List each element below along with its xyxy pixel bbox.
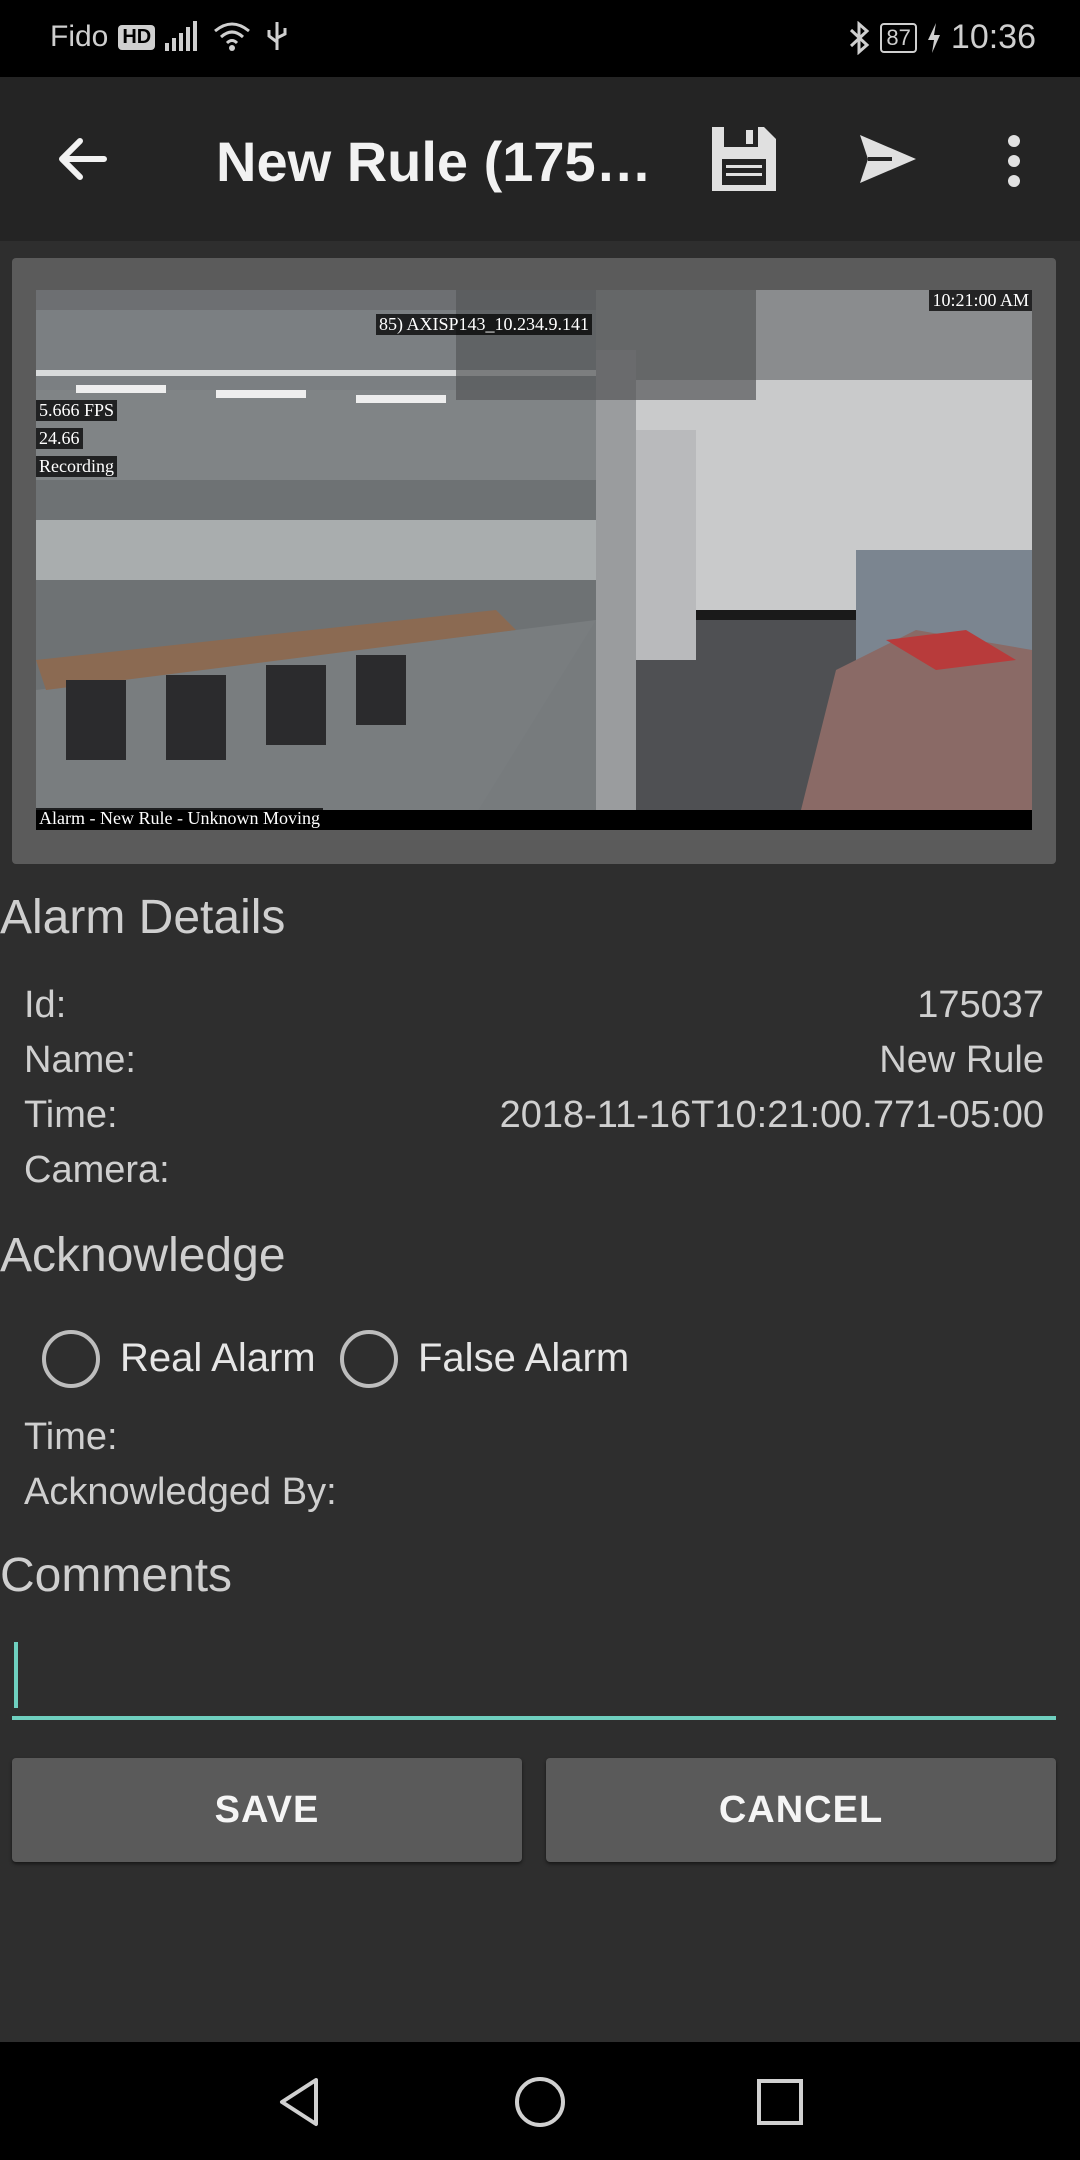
text-cursor bbox=[14, 1642, 18, 1708]
real-alarm-radio[interactable] bbox=[42, 1330, 100, 1388]
false-alarm-radio[interactable] bbox=[340, 1330, 398, 1388]
comments-input[interactable] bbox=[12, 1636, 1056, 1720]
id-label: Id: bbox=[24, 984, 67, 1026]
save-icon[interactable] bbox=[706, 121, 782, 197]
alarm-details-heading: Alarm Details bbox=[0, 891, 286, 944]
more-vert-icon[interactable] bbox=[994, 133, 1034, 189]
hd-badge: HD bbox=[118, 24, 156, 50]
time-value: 2018-11-16T10:21:00.771-05:00 bbox=[499, 1094, 1044, 1136]
status-icons bbox=[165, 20, 289, 52]
ack-by-label: Acknowledged By: bbox=[24, 1471, 337, 1513]
cancel-button[interactable]: CANCEL bbox=[546, 1758, 1056, 1862]
nav-recents-icon[interactable] bbox=[750, 2072, 810, 2132]
false-alarm-label[interactable]: False Alarm bbox=[418, 1336, 629, 1381]
caption-overlay: Alarm - New Rule - Unknown Moving bbox=[36, 808, 323, 829]
battery-level: 87 bbox=[880, 22, 917, 53]
name-value: New Rule bbox=[879, 1039, 1044, 1081]
status-right: 87 10:36 bbox=[848, 18, 1036, 57]
camera-snapshot[interactable]: 85) AXISP143_10.234.9.141 10:21:00 AM 5.… bbox=[36, 290, 1032, 830]
fps-overlay: 5.666 FPS bbox=[36, 400, 118, 421]
nav-home-icon[interactable] bbox=[510, 2072, 570, 2132]
carrier-area: Fido HD bbox=[50, 20, 156, 54]
id-value: 175037 bbox=[917, 984, 1044, 1026]
camera-label-overlay: 85) AXISP143_10.234.9.141 bbox=[376, 314, 593, 335]
navigation-bar bbox=[0, 2042, 1080, 2160]
status-bar: Fido HD 87 10:36 bbox=[0, 0, 1080, 77]
recording-overlay: Recording bbox=[36, 456, 117, 477]
camera-label: Camera: bbox=[24, 1149, 170, 1191]
save-button[interactable]: SAVE bbox=[12, 1758, 522, 1862]
camera-panel: 85) AXISP143_10.234.9.141 10:21:00 AM 5.… bbox=[12, 258, 1056, 864]
time-label: Time: bbox=[24, 1094, 118, 1136]
send-icon[interactable] bbox=[856, 127, 920, 191]
signal-icon bbox=[165, 21, 197, 51]
usb-icon bbox=[267, 22, 287, 50]
nav-back-icon[interactable] bbox=[270, 2072, 330, 2132]
real-alarm-label[interactable]: Real Alarm bbox=[120, 1336, 316, 1381]
charging-icon bbox=[927, 22, 940, 53]
wifi-icon bbox=[214, 22, 250, 51]
page-title: New Rule (175037) bbox=[216, 130, 656, 193]
status-clock: 10:36 bbox=[950, 18, 1036, 56]
back-arrow-icon[interactable] bbox=[52, 127, 116, 191]
bluetooth-icon bbox=[850, 20, 870, 55]
camera-scene bbox=[36, 290, 1032, 830]
timestamp-overlay: 10:21:00 AM bbox=[929, 290, 1032, 311]
acknowledge-heading: Acknowledge bbox=[0, 1229, 286, 1282]
comments-heading: Comments bbox=[0, 1549, 233, 1602]
app-bar: New Rule (175037) bbox=[0, 77, 1080, 241]
name-label: Name: bbox=[24, 1039, 136, 1081]
ack-time-label: Time: bbox=[24, 1416, 118, 1458]
bitrate-overlay: 24.66 bbox=[36, 428, 83, 449]
carrier-name: Fido bbox=[50, 20, 109, 53]
